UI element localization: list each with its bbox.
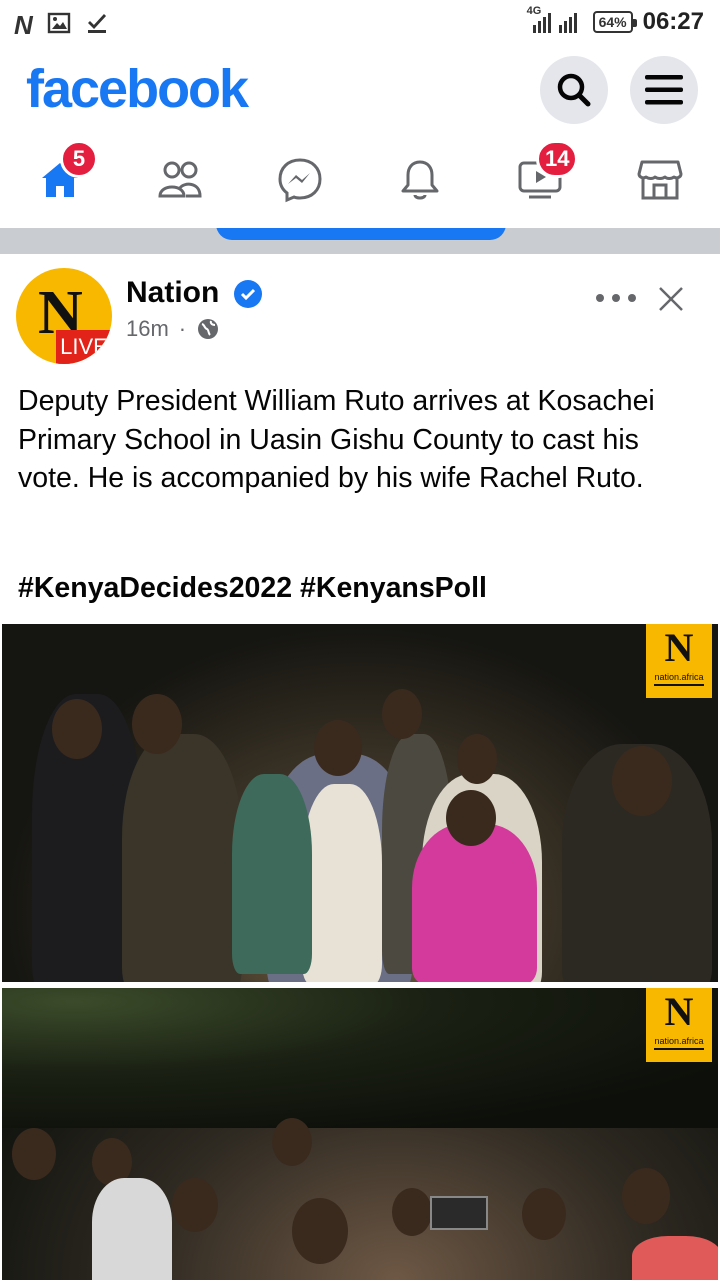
watch-badge: 14 (536, 140, 579, 178)
signal-icon: 4G (527, 5, 583, 35)
post-photo[interactable]: N nation.africa (2, 624, 718, 982)
post-photo-2[interactable]: N nation.africa (2, 988, 718, 1280)
battery-indicator: 64% (592, 11, 637, 33)
nation-watermark-2: N nation.africa (646, 988, 712, 1062)
tab-marketplace[interactable] (630, 150, 690, 210)
post-options-button[interactable] (596, 286, 636, 310)
feed-separator (0, 228, 720, 254)
store-icon (637, 160, 683, 200)
bell-icon (401, 160, 439, 200)
feed-post: N LIVE Nation 16m · Deputy President Wil… (0, 254, 720, 1280)
tab-watch[interactable]: 14 (510, 140, 579, 210)
n-app-icon: N (14, 10, 33, 40)
search-icon (557, 73, 591, 107)
watermark-letter-2: N (664, 989, 694, 1034)
tab-home[interactable]: 5 (30, 140, 98, 210)
post-body-text: Deputy President William Ruto arrives at… (18, 385, 655, 494)
verified-badge-icon (234, 280, 262, 308)
menu-button[interactable] (630, 56, 698, 124)
meta-separator: · (178, 316, 187, 341)
tab-friends[interactable] (150, 150, 210, 210)
author-name[interactable]: Nation (126, 276, 219, 310)
live-badge: LIVE (56, 330, 112, 364)
search-button[interactable] (540, 56, 608, 124)
nav-tabs: 5 14 (0, 134, 720, 226)
watermark-text-2: nation.africa (654, 1036, 704, 1050)
menu-icon (645, 75, 683, 105)
download-check-icon (85, 11, 109, 40)
app-header: facebook (0, 50, 720, 134)
messenger-icon (278, 158, 322, 203)
post-meta: 16m · (126, 316, 220, 342)
post-hashtags[interactable]: #KenyaDecides2022 #KenyansPoll (18, 572, 487, 605)
close-icon[interactable] (656, 284, 686, 314)
status-bar: N 4G 64% 06:27 (0, 0, 720, 50)
image-icon (47, 11, 71, 40)
home-badge: 5 (60, 140, 98, 178)
network-type: 4G (526, 5, 542, 17)
facebook-logo[interactable]: facebook (26, 58, 249, 120)
watermark-text: nation.africa (654, 672, 704, 686)
new-posts-pill[interactable] (216, 228, 506, 240)
post-time[interactable]: 16m (126, 316, 169, 342)
tab-notifications[interactable] (390, 150, 450, 210)
clock: 06:27 (642, 8, 704, 35)
friends-icon (158, 161, 202, 198)
tab-messenger[interactable] (270, 150, 330, 210)
avatar[interactable]: N LIVE (16, 268, 112, 364)
nation-watermark: N nation.africa (646, 624, 712, 698)
globe-icon (198, 319, 219, 339)
watermark-letter: N (664, 625, 694, 670)
